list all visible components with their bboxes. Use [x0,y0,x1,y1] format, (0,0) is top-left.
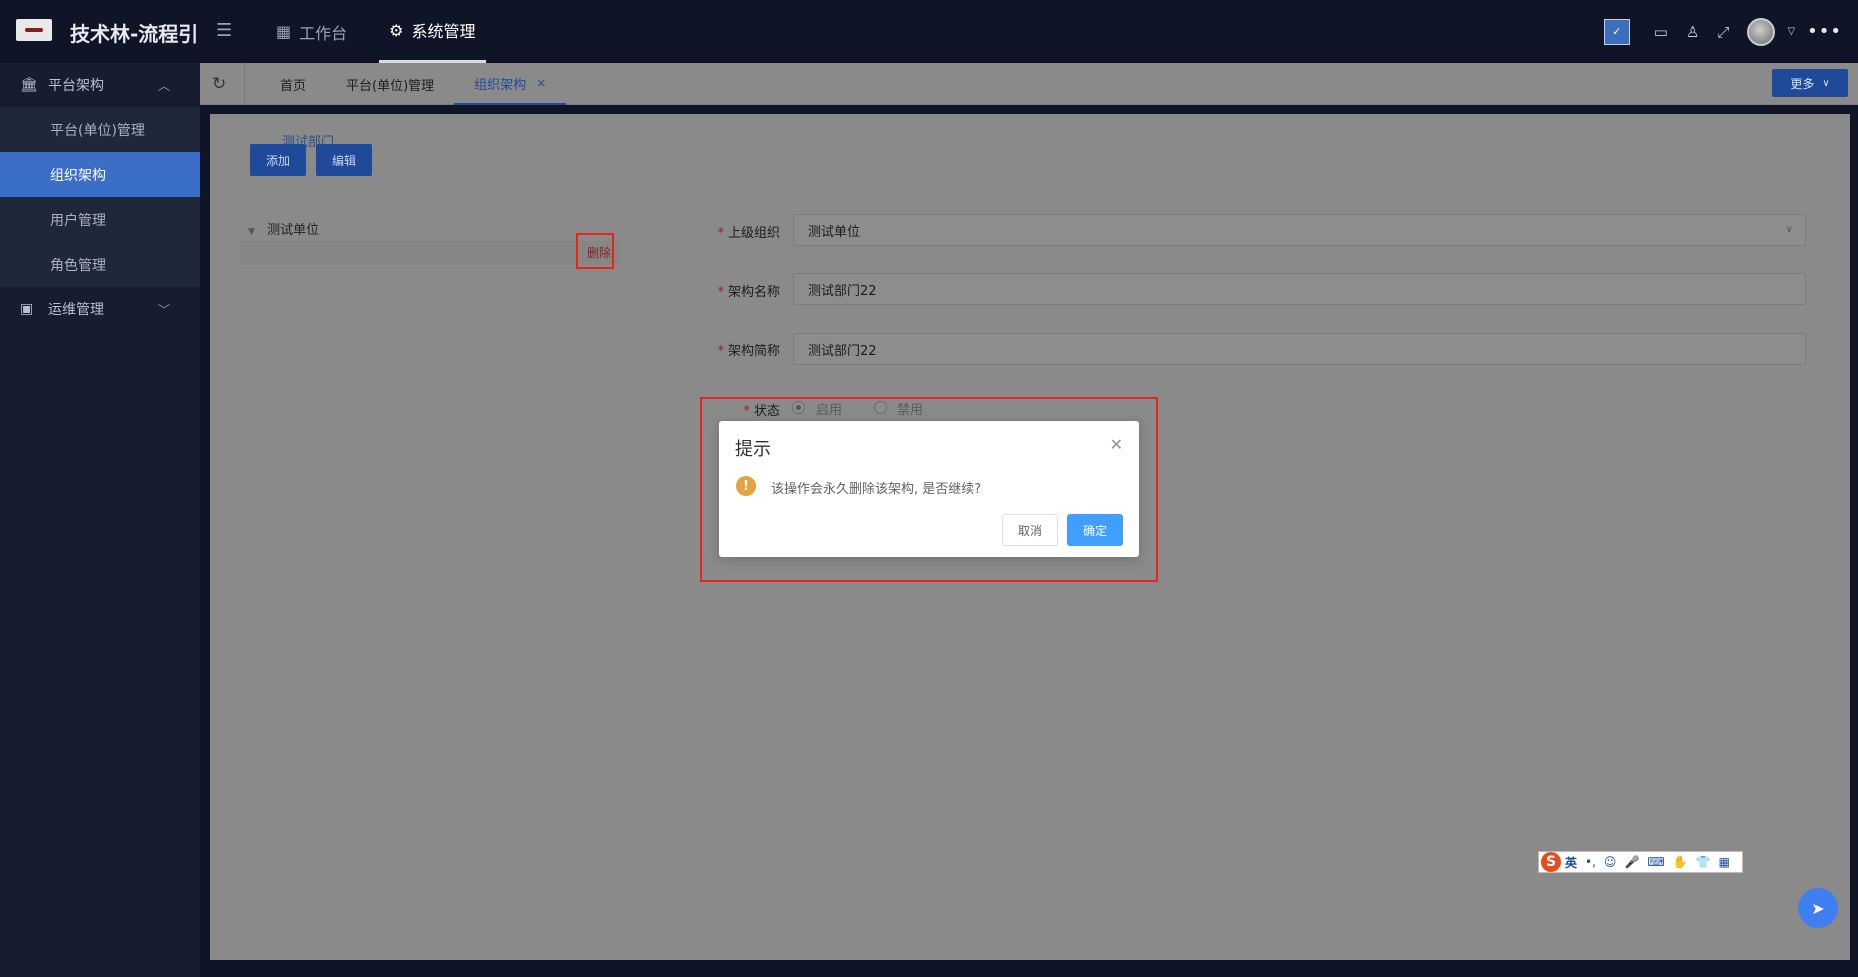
parent-org-select[interactable]: 测试单位 ∨ [793,214,1806,246]
warning-icon: ! [736,476,756,496]
notification-icon[interactable]: ✓ [1603,18,1630,45]
nav-workbench[interactable]: ▦ 工作台 [266,0,357,63]
dialog-message: 该操作会永久删除该架构, 是否继续? [771,482,982,497]
close-icon[interactable]: ✕ [1110,435,1123,454]
ime-logo[interactable]: S [1541,852,1561,872]
skin-icon[interactable]: 👕 [1696,855,1711,869]
nav-system-management[interactable]: ⚙ 系统管理 [379,0,486,63]
tab-label: 平台(单位)管理 [346,78,435,94]
more-button[interactable]: 更多 ∨ [1772,69,1848,97]
parent-org-value: 测试单位 [808,224,861,240]
grid-icon[interactable]: ▦ [1719,855,1730,869]
monitor-icon: ▣ [20,301,34,317]
more-dots-icon[interactable]: ••• [1807,21,1842,42]
confirm-button[interactable]: 确定 [1067,514,1123,546]
sidebar-item-label: 角色管理 [50,257,106,274]
nav-workbench-label: 工作台 [299,23,348,43]
bank-icon: 🏛 [20,77,38,93]
short-name-label: * 架构简称 [717,344,780,359]
tree-node-root[interactable]: ▼ 测试单位 [248,219,319,238]
sidebar-group-label: 运维管理 [48,302,104,318]
name-value: 测试部门22 [808,283,877,299]
top-nav: ▦ 工作台 ⚙ 系统管理 [266,0,508,63]
tree-node-row[interactable] [240,241,620,265]
sidebar-group-platform[interactable]: 🏛 平台架构 ︿ [0,63,200,107]
ime-mode[interactable]: 英 [1565,854,1577,871]
tab-divider [244,63,245,105]
tree-node-label: 测试单位 [267,223,320,238]
gear-icon: ⚙ [389,20,404,40]
sidebar: 🏛 平台架构 ︿ 平台(单位)管理 组织架构 用户管理 角色管理 ▣ 运维管理 … [0,63,200,977]
send-icon: ➤ [1811,898,1825,918]
name-input[interactable]: 测试部门22 [793,273,1806,305]
tabs: 首页 平台(单位)管理 组织架构 × [260,63,567,105]
parent-org-label: * 上级组织 [717,226,780,241]
header-actions: ✓ ▭ ♙ ⤢ ▽ ••• [1603,0,1858,63]
short-name-input[interactable]: 测试部门22 [793,333,1806,365]
sidebar-item-label: 用户管理 [50,212,106,229]
close-icon[interactable]: × [536,76,546,90]
tab-platform-unit[interactable]: 平台(单位)管理 [326,63,454,105]
sidebar-submenu: 平台(单位)管理 组织架构 用户管理 角色管理 [0,107,200,287]
name-label-text: 架构名称 [727,285,780,300]
top-bar: 技术林-流程引 ☰ ▦ 工作台 ⚙ 系统管理 ✓ ▭ ♙ ⤢ ▽ ••• [0,0,1858,63]
confirm-dialog: 提示 ✕ ! 该操作会永久删除该架构, 是否继续? 取消 确定 [719,421,1139,557]
tab-label: 组织架构 [474,77,527,93]
name-label: * 架构名称 [717,285,780,300]
app-title: 技术林-流程引 [70,22,199,46]
sidebar-item-org-structure[interactable]: 组织架构 [0,152,200,197]
delete-highlight-box [576,233,614,269]
short-name-value: 测试部门22 [808,343,877,359]
sidebar-toggle-icon[interactable]: ☰ [216,20,232,41]
parent-org-label-text: 上级组织 [727,226,780,241]
sidebar-item-label: 平台(单位)管理 [50,122,145,139]
punctuation-icon[interactable]: •, [1585,855,1596,869]
emoji-icon[interactable]: ☺ [1604,855,1617,869]
caret-down-icon[interactable]: ▼ [248,227,255,237]
sidebar-item-label: 组织架构 [50,167,106,184]
microphone-icon[interactable]: 🎤 [1624,855,1639,869]
tab-org-structure[interactable]: 组织架构 × [454,63,567,105]
chevron-up-icon: ︿ [157,79,170,93]
chevron-down-icon: ∨ [1822,77,1830,89]
cancel-button[interactable]: 取消 [1002,514,1058,546]
tree-node-child[interactable]: 测试部门 [282,131,334,150]
tools-icon[interactable]: ✋ [1673,855,1688,869]
tab-home[interactable]: 首页 [260,63,326,105]
nav-system-management-label: 系统管理 [411,22,476,41]
dashboard-icon: ▦ [276,22,292,41]
send-float-button[interactable]: ➤ [1798,888,1838,928]
tab-bar: ↻ 首页 平台(单位)管理 组织架构 × 更多 ∨ [200,63,1858,105]
chevron-down-icon: ∨ [1785,224,1793,235]
dialog-title: 提示 [735,439,771,460]
fullscreen-icon[interactable]: ⤢ [1717,23,1729,41]
skin-icon[interactable]: ♙ [1686,23,1699,41]
sidebar-group-label: 平台架构 [48,78,104,94]
tab-label: 首页 [280,78,307,94]
refresh-icon[interactable]: ↻ [212,74,226,94]
more-button-label: 更多 [1790,76,1815,91]
ime-toolbar[interactable]: S 英 •, ☺ 🎤 ⌨ ✋ 👕 ▦ [1538,851,1743,873]
chevron-down-icon: ﹀ [157,303,170,317]
sidebar-item-platform-unit[interactable]: 平台(单位)管理 [0,107,200,152]
message-icon[interactable]: ▭ [1654,23,1668,41]
app-logo [16,19,52,41]
sidebar-item-roles[interactable]: 角色管理 [0,242,200,287]
sidebar-item-users[interactable]: 用户管理 [0,197,200,242]
sidebar-group-ops[interactable]: ▣ 运维管理 ﹀ [0,287,200,331]
short-name-label-text: 架构简称 [727,344,780,359]
avatar[interactable] [1747,17,1776,46]
chevron-down-icon[interactable]: ▽ [1787,26,1795,37]
keyboard-icon[interactable]: ⌨ [1647,855,1664,869]
